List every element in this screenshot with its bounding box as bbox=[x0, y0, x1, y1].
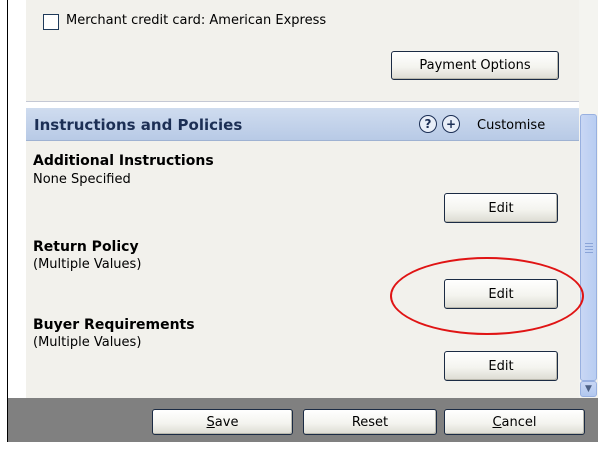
scroll-thumb[interactable] bbox=[580, 114, 597, 381]
dialog-frame: Merchant credit card: American Express P… bbox=[7, 0, 598, 442]
cancel-button[interactable]: Cancel bbox=[444, 409, 585, 435]
scroll-content: Merchant credit card: American Express P… bbox=[26, 0, 579, 398]
cancel-mnemonic: C bbox=[492, 414, 502, 430]
edit-additional-instructions-button[interactable]: Edit bbox=[444, 193, 558, 223]
additional-instructions-title: Additional Instructions bbox=[33, 153, 214, 169]
additional-instructions-value: None Specified bbox=[33, 172, 131, 187]
edit-return-policy-button[interactable]: Edit bbox=[444, 279, 558, 309]
amex-checkbox-label: Merchant credit card: American Express bbox=[66, 13, 327, 28]
edit-buyer-requirements-button[interactable]: Edit bbox=[444, 351, 558, 381]
save-button[interactable]: Save bbox=[152, 409, 293, 435]
scroll-down-arrow-icon[interactable]: ▼ bbox=[580, 381, 597, 397]
save-mnemonic: S bbox=[206, 414, 215, 430]
return-policy-title: Return Policy bbox=[33, 239, 139, 255]
buyer-requirements-title: Buyer Requirements bbox=[33, 317, 195, 333]
reset-button[interactable]: Reset bbox=[303, 409, 437, 435]
dialog-footer: Save Reset Cancel bbox=[8, 398, 598, 442]
buyer-requirements-value: (Multiple Values) bbox=[33, 335, 142, 350]
section-title: Instructions and Policies bbox=[34, 116, 243, 134]
customise-link[interactable]: Customise bbox=[477, 118, 545, 133]
return-policy-value: (Multiple Values) bbox=[33, 257, 142, 272]
add-icon[interactable]: + bbox=[442, 115, 460, 133]
section-header: Instructions and Policies ? + Customise bbox=[26, 108, 579, 141]
cancel-label: ancel bbox=[501, 414, 537, 430]
instructions-policies-section: Instructions and Policies ? + Customise … bbox=[26, 108, 579, 398]
vertical-scrollbar[interactable]: ▼ bbox=[579, 0, 598, 398]
help-icon[interactable]: ? bbox=[419, 115, 437, 133]
amex-checkbox[interactable] bbox=[43, 14, 59, 30]
payment-panel: Merchant credit card: American Express P… bbox=[26, 0, 579, 102]
grip-icon bbox=[585, 243, 593, 255]
save-label: ave bbox=[214, 414, 239, 430]
payment-options-button[interactable]: Payment Options bbox=[391, 51, 559, 80]
